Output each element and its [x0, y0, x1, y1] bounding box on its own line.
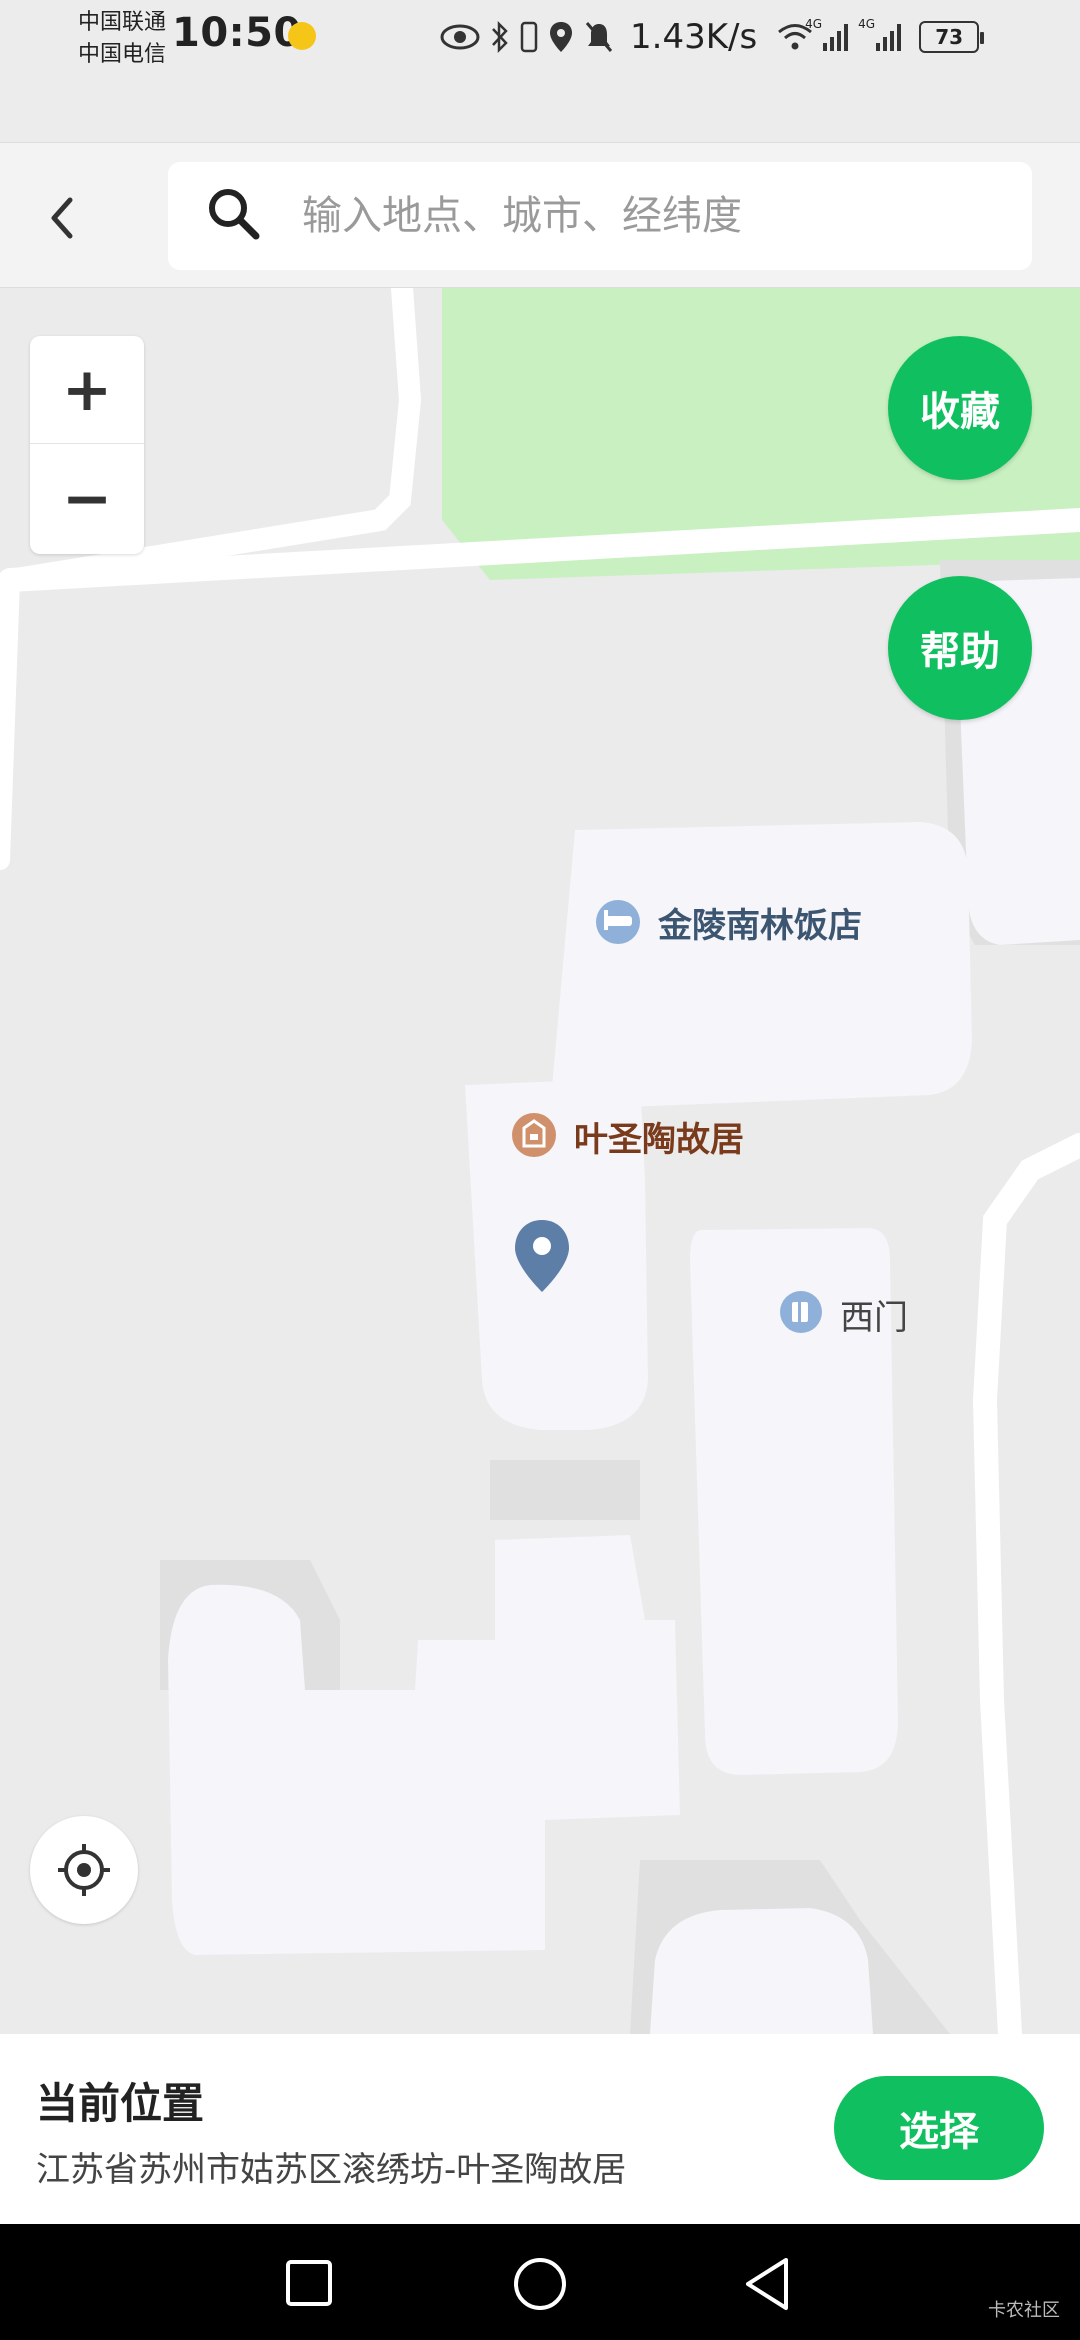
battery-indicator: 73: [919, 21, 985, 53]
residence-poi-icon: [512, 1113, 556, 1157]
carrier-2: 中国电信: [78, 42, 167, 67]
search-icon: [204, 184, 264, 244]
status-icons: 1.43K/s 4G 4G 73: [440, 14, 985, 60]
notification-badge-icon: [288, 22, 316, 50]
crosshair-icon: [58, 1844, 110, 1896]
phone-vibrate-icon: [520, 21, 538, 53]
home-icon[interactable]: [512, 2256, 568, 2312]
network-speed: 1.43K/s: [630, 17, 758, 57]
my-location-button[interactable]: [30, 1816, 138, 1924]
back-arrow-icon: [51, 197, 73, 239]
poi-residence-label[interactable]: 叶圣陶故居: [574, 1112, 744, 1161]
help-button[interactable]: 帮助: [888, 576, 1032, 720]
zoom-in-button[interactable]: +: [30, 336, 144, 444]
current-location-address: 江苏省苏州市姑苏区滚绣坊-叶圣陶故居: [36, 2150, 627, 2190]
recents-icon[interactable]: [284, 2258, 334, 2308]
gate-poi-icon: [780, 1291, 822, 1333]
map-canvas: [0, 288, 1080, 2034]
carrier-1: 中国联通: [78, 10, 167, 35]
current-location-title: 当前位置: [36, 2079, 205, 2128]
mute-bell-icon: [585, 22, 613, 52]
system-nav-bar: [0, 2224, 1080, 2340]
back-button[interactable]: [40, 190, 84, 246]
search-input[interactable]: [300, 180, 1000, 252]
poi-gate-label[interactable]: 西门: [840, 1290, 908, 1339]
favorite-button[interactable]: 收藏: [888, 336, 1032, 480]
hotel-poi-icon: [596, 900, 640, 944]
clock: 10:50: [172, 10, 302, 56]
poi-hotel-label[interactable]: 金陵南林饭店: [658, 898, 862, 947]
select-button[interactable]: 选择: [834, 2076, 1044, 2180]
eye-icon: [440, 24, 480, 50]
location-icon: [550, 22, 572, 52]
zoom-controls: + −: [30, 336, 144, 554]
zoom-out-button[interactable]: −: [30, 445, 144, 553]
signal-2-icon: 4G: [858, 17, 902, 51]
map-view[interactable]: [0, 288, 1080, 2034]
signal-1-icon: 4G: [805, 17, 849, 51]
back-nav-icon[interactable]: [742, 2256, 794, 2312]
watermark: 卡农社区: [988, 2300, 1060, 2321]
bluetooth-icon: [492, 20, 508, 54]
